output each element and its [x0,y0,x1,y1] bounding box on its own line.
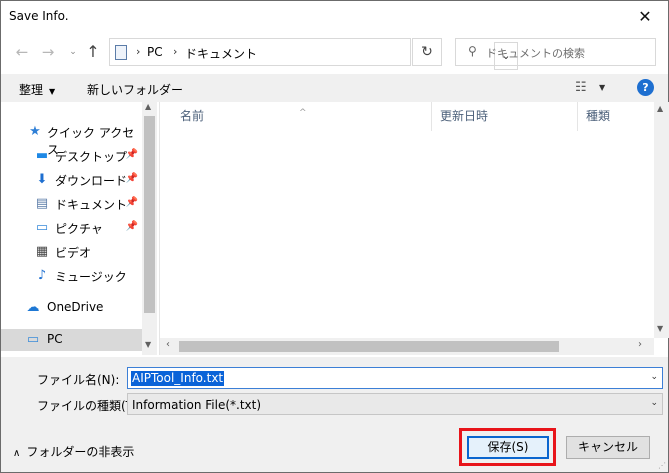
save-form-panel: ファイル名(N): AIPTool_Info.txt ⌄ ファイルの種類(T):… [1,357,668,472]
organize-label: 整理 [19,83,44,97]
music-icon: ♪ [37,268,47,283]
column-header-name[interactable]: 名前 ^ [160,102,432,131]
breadcrumb-pc[interactable]: PC [147,45,163,59]
sidebar-item-music[interactable]: ♪ ミュージック [1,265,142,287]
cloud-icon: ☁ [26,300,40,315]
close-icon[interactable]: ✕ [622,1,668,32]
up-arrow-icon[interactable]: ↑ [83,42,103,62]
save-button[interactable]: 保存(S) [467,436,549,459]
pin-icon[interactable]: 📌 [126,221,138,232]
filename-field[interactable]: AIPTool_Info.txt ⌄ [127,367,663,389]
back-arrow-icon[interactable]: ← [12,42,32,62]
pin-icon[interactable]: 📌 [126,173,138,184]
chevron-up-icon: ∧ [13,448,21,459]
navigation-pane: ★ クイック アクセス ▬ デスクトップ 📌 ⬇ ダウンロード 📌 ▤ ドキュメ… [1,102,157,355]
file-list: 名前 ^ 更新日時 種類 ▲ ▼ ‹ › [159,102,669,355]
sidebar-item-label: ドキュメント [55,198,128,212]
navigation-bar: ← → ⌄ ↑ › PC › ドキュメント ⌄ ↻ ⚲ ドキュメントの検索 [1,35,668,70]
sidebar-item-label: ダウンロード [55,174,128,188]
scroll-down-icon[interactable]: ▼ [145,340,151,349]
sidebar-item-videos[interactable]: ▦ ビデオ [1,241,142,263]
recent-locations-icon[interactable]: ⌄ [63,42,83,62]
column-header-type[interactable]: 種類 [578,102,654,131]
breadcrumb-separator[interactable]: › [136,45,140,58]
sidebar-item-onedrive[interactable]: ☁ OneDrive [1,297,142,319]
computer-icon: ▭ [26,332,40,347]
sidebar-scrollbar[interactable]: ▲ ▼ [142,102,157,355]
pin-icon[interactable]: 📌 [126,197,138,208]
file-list-vertical-scrollbar[interactable]: ▲ ▼ [654,102,669,338]
sort-ascending-icon: ^ [299,108,307,118]
window-title: Save Info. [9,9,69,23]
breadcrumb-separator[interactable]: › [173,45,177,58]
save-dialog: Save Info. ✕ ← → ⌄ ↑ › PC › ドキュメント ⌄ ↻ ⚲… [0,0,669,473]
breadcrumb-documents[interactable]: ドキュメント [185,45,257,62]
video-icon: ▦ [35,244,49,259]
new-folder-button[interactable]: 新しいフォルダー [87,81,183,98]
search-input[interactable]: ⚲ ドキュメントの検索 [455,38,656,66]
pin-icon[interactable]: 📌 [126,149,138,160]
file-list-horizontal-scrollbar[interactable]: ‹ › [160,338,654,355]
filename-dropdown-icon[interactable]: ⌄ [650,372,658,382]
search-icon: ⚲ [468,44,477,58]
cancel-button[interactable]: キャンセル [566,436,650,459]
help-icon[interactable]: ? [637,79,654,96]
refresh-icon[interactable]: ↻ [412,38,442,66]
sidebar-item-desktop[interactable]: ▬ デスクトップ 📌 [1,145,142,167]
command-bar: 整理 ▼ 新しいフォルダー ☷ ▼ ? [1,74,668,102]
sidebar-item-label: デスクトップ [55,150,128,164]
sidebar-item-label: ピクチャ [55,222,103,236]
scroll-up-icon[interactable]: ▲ [145,102,151,111]
pictures-icon: ▭ [35,220,49,235]
scrollbar-thumb[interactable] [144,116,155,313]
star-icon: ★ [29,124,41,139]
resize-grip-icon[interactable]: ⋰ [658,461,666,470]
address-bar[interactable]: › PC › ドキュメント ⌄ [109,38,518,70]
document-icon: ▤ [35,196,49,211]
title-bar: Save Info. ✕ [1,1,668,32]
forward-arrow-icon[interactable]: → [38,42,58,62]
sidebar-item-pc[interactable]: ▭ PC [1,329,142,351]
filetype-select[interactable]: Information File(*.txt) ⌄ [127,393,663,415]
scroll-down-icon[interactable]: ▼ [657,324,663,333]
hide-folders-toggle[interactable]: ∧ フォルダーの非表示 [13,443,134,460]
hide-folders-label: フォルダーの非表示 [26,445,135,459]
sidebar-item-documents[interactable]: ▤ ドキュメント 📌 [1,193,142,215]
view-options-icon[interactable]: ☷ [575,80,587,95]
filename-label: ファイル名(N): [37,373,120,387]
caret-down-icon: ▼ [49,87,56,96]
scrollbar-thumb[interactable] [179,341,559,352]
column-header-label: 名前 [180,109,205,123]
desktop-icon: ▬ [35,148,49,163]
scroll-left-icon[interactable]: ‹ [166,339,170,350]
sidebar-item-pictures[interactable]: ▭ ピクチャ 📌 [1,217,142,239]
search-placeholder: ドキュメントの検索 [486,47,585,60]
sidebar-item-label: OneDrive [47,300,104,314]
filetype-value: Information File(*.txt) [132,398,262,412]
column-header-date-modified[interactable]: 更新日時 [432,102,578,131]
filename-value[interactable]: AIPTool_Info.txt [131,371,225,386]
sidebar-item-label: ビデオ [55,246,92,260]
sidebar-item-quick-access[interactable]: ★ クイック アクセス [1,121,142,157]
scroll-right-icon[interactable]: › [638,339,642,350]
document-folder-icon [115,45,127,60]
view-caret-icon[interactable]: ▼ [599,83,605,92]
sidebar-item-label: ミュージック [55,270,127,284]
download-icon: ⬇ [36,172,48,187]
sidebar-item-downloads[interactable]: ⬇ ダウンロード 📌 [1,169,142,191]
organize-button[interactable]: 整理 ▼ [19,81,55,98]
sidebar-item-label: PC [47,332,63,346]
filetype-dropdown-icon[interactable]: ⌄ [650,398,658,408]
scroll-up-icon[interactable]: ▲ [657,104,663,113]
